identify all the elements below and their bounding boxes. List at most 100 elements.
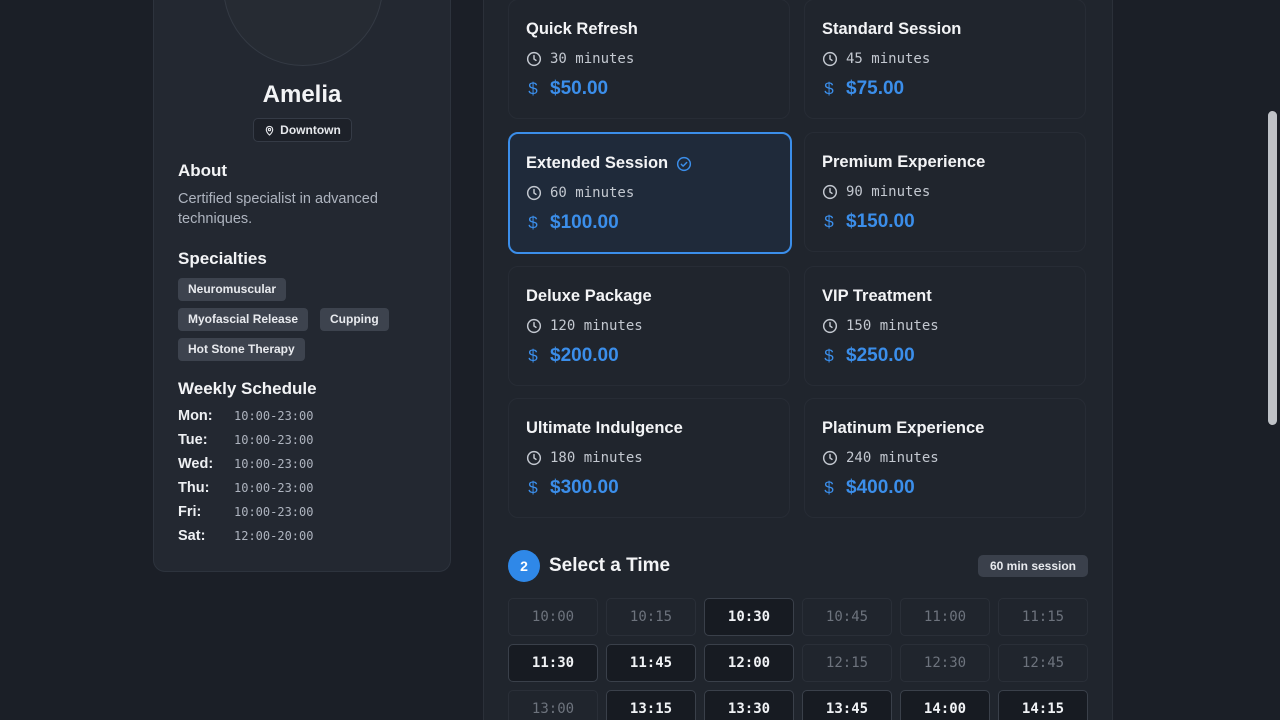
- time-slot-button: 12:15: [802, 644, 892, 682]
- time-slot-button[interactable]: 10:30: [704, 598, 794, 636]
- dollar-icon: $: [824, 212, 834, 231]
- dollar-icon: $: [824, 346, 834, 365]
- step-number-badge: 2: [508, 550, 540, 582]
- time-slot-button: 11:00: [900, 598, 990, 636]
- schedule-hours: 12:00-20:00: [234, 529, 314, 543]
- schedule-row: Fri: 10:00-23:00: [178, 504, 313, 520]
- clock-icon: [526, 51, 542, 67]
- select-time-heading: Select a Time: [549, 555, 671, 576]
- schedule-row: Wed: 10:00-23:00: [178, 456, 313, 472]
- time-slot-button[interactable]: 13:45: [802, 690, 892, 720]
- service-duration: 60 minutes: [526, 185, 634, 201]
- service-duration: 45 minutes: [822, 51, 930, 67]
- service-name: Quick Refresh: [526, 20, 638, 38]
- schedule-day: Wed:: [178, 456, 214, 472]
- service-duration: 30 minutes: [526, 51, 634, 67]
- dollar-icon: $: [824, 478, 834, 497]
- service-price: $ $400.00: [822, 477, 914, 499]
- about-heading: About: [178, 161, 228, 180]
- avatar: [223, 0, 383, 66]
- service-card-deluxe-package[interactable]: Deluxe Package 120 minutes $ $200.00: [508, 266, 790, 386]
- service-price: $ $300.00: [526, 477, 618, 499]
- therapist-profile-card: Amelia Downtown About Certified speciali…: [153, 0, 451, 572]
- service-card-standard-session[interactable]: Standard Session 45 minutes $ $75.00: [804, 0, 1086, 119]
- specialty-chip: Hot Stone Therapy: [178, 338, 305, 361]
- service-duration: 90 minutes: [822, 184, 930, 200]
- specialty-chip: Cupping: [320, 308, 389, 331]
- time-slot-button: 12:45: [998, 644, 1088, 682]
- time-slot-button[interactable]: 11:45: [606, 644, 696, 682]
- time-slot-button[interactable]: 13:30: [704, 690, 794, 720]
- clock-icon: [822, 184, 838, 200]
- clock-icon: [822, 450, 838, 466]
- therapist-name: Amelia: [262, 81, 342, 108]
- location-label: Downtown: [280, 123, 341, 137]
- schedule-day: Mon:: [178, 408, 213, 424]
- specialty-chip: Neuromuscular: [178, 278, 287, 301]
- scrollbar-thumb[interactable]: [1268, 111, 1277, 425]
- schedule-row: Mon: 10:00-23:00: [178, 408, 313, 424]
- schedule-row: Sat: 12:00-20:00: [178, 528, 313, 544]
- specialty-chip: Myofascial Release: [178, 308, 309, 331]
- schedule-hours: 10:00-23:00: [234, 481, 314, 495]
- time-slot-button: 10:00: [508, 598, 598, 636]
- service-duration: 240 minutes: [822, 450, 939, 466]
- booking-page: Amelia Downtown About Certified speciali…: [0, 0, 1280, 720]
- clock-icon: [526, 185, 542, 201]
- service-name: Ultimate Indulgence: [526, 419, 683, 437]
- schedule-hours: 10:00-23:00: [234, 457, 314, 471]
- service-price: $ $200.00: [526, 345, 618, 367]
- schedule-row: Tue: 10:00-23:00: [178, 432, 313, 448]
- clock-icon: [822, 51, 838, 67]
- service-price: $ $250.00: [822, 345, 914, 367]
- clock-icon: [822, 318, 838, 334]
- specialties-heading: Specialties: [178, 249, 267, 268]
- time-slot-button: 10:45: [802, 598, 892, 636]
- service-card-extended-session[interactable]: Extended Session 60 minutes $ $100.00: [508, 132, 792, 254]
- schedule-day: Fri:: [178, 504, 202, 520]
- map-pin-icon: [265, 125, 274, 136]
- service-name: Deluxe Package: [526, 287, 652, 305]
- service-card-ultimate-indulgence[interactable]: Ultimate Indulgence 180 minutes $ $300.00: [508, 398, 790, 518]
- service-card-platinum-experience[interactable]: Platinum Experience 240 minutes $ $400.00: [804, 398, 1086, 518]
- service-card-premium-experience[interactable]: Premium Experience 90 minutes $ $150.00: [804, 132, 1086, 252]
- time-slot-button: 10:15: [606, 598, 696, 636]
- service-price: $ $150.00: [822, 211, 914, 233]
- service-name: Premium Experience: [822, 153, 986, 171]
- weekly-schedule-heading: Weekly Schedule: [178, 379, 317, 398]
- dollar-icon: $: [528, 346, 538, 365]
- service-card-vip-treatment[interactable]: VIP Treatment 150 minutes $ $250.00: [804, 266, 1086, 386]
- time-slot-button: 13:00: [508, 690, 598, 720]
- time-slot-button[interactable]: 12:00: [704, 644, 794, 682]
- time-slot-button[interactable]: 13:15: [606, 690, 696, 720]
- schedule-hours: 10:00-23:00: [234, 433, 314, 447]
- schedule-day: Tue:: [178, 432, 208, 448]
- clock-icon: [526, 318, 542, 334]
- service-duration: 180 minutes: [526, 450, 643, 466]
- check-circle-icon: [677, 156, 692, 171]
- time-slot-button: 11:15: [998, 598, 1088, 636]
- schedule-row: Thu: 10:00-23:00: [178, 480, 313, 496]
- about-text: Certified specialist in advanced techniq…: [178, 191, 378, 227]
- service-card-quick-refresh[interactable]: Quick Refresh 30 minutes $ $50.00: [508, 0, 790, 119]
- dollar-icon: $: [528, 478, 538, 497]
- schedule-day: Thu:: [178, 480, 210, 496]
- service-name: Standard Session: [822, 20, 962, 38]
- location-badge: Downtown: [253, 118, 352, 142]
- dollar-icon: $: [824, 79, 834, 98]
- service-price: $ $75.00: [822, 78, 904, 100]
- dollar-icon: $: [528, 79, 538, 98]
- dollar-icon: $: [528, 213, 538, 232]
- service-duration: 120 minutes: [526, 318, 643, 334]
- schedule-hours: 10:00-23:00: [234, 505, 314, 519]
- time-slot-button[interactable]: 11:30: [508, 644, 598, 682]
- clock-icon: [526, 450, 542, 466]
- time-slot-button[interactable]: 14:15: [998, 690, 1088, 720]
- service-name: Extended Session: [526, 154, 692, 173]
- time-slot-button: 12:30: [900, 644, 990, 682]
- service-price: $ $50.00: [526, 78, 608, 100]
- time-slot-button[interactable]: 14:00: [900, 690, 990, 720]
- schedule-day: Sat:: [178, 528, 206, 544]
- schedule-hours: 10:00-23:00: [234, 409, 314, 423]
- service-duration: 150 minutes: [822, 318, 939, 334]
